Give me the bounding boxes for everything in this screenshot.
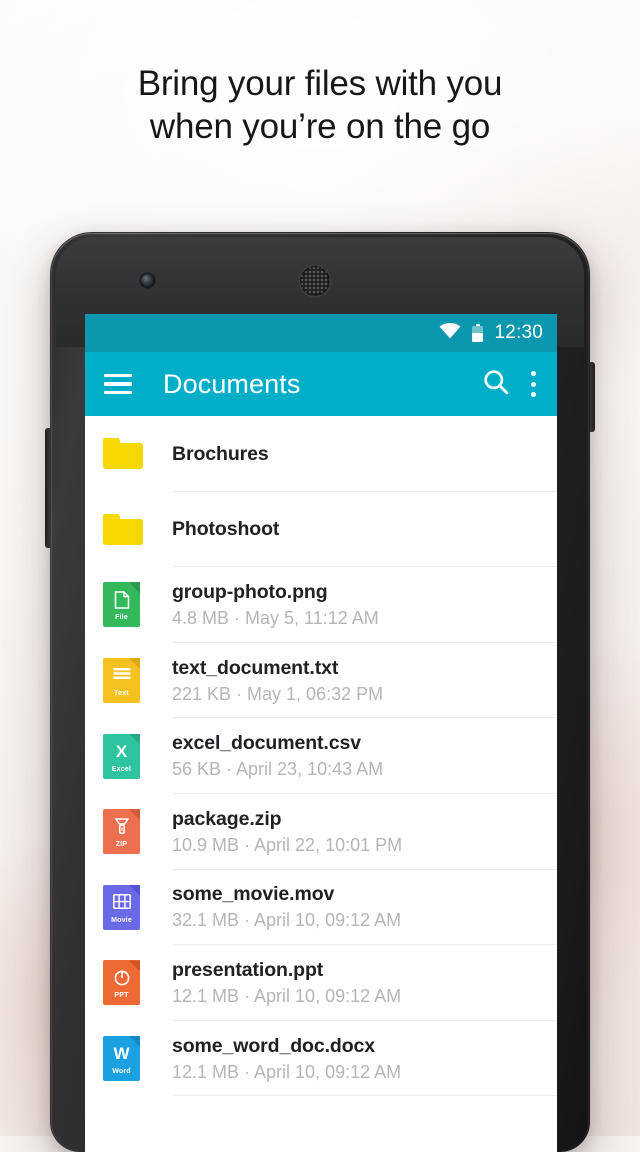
- list-item[interactable]: Movie some_movie.mov 32.1 MB · April 10,…: [85, 870, 557, 946]
- file-name: group-photo.png: [172, 580, 328, 603]
- file-icon-label: Word: [112, 1068, 131, 1076]
- file-icon-label: Text: [114, 690, 129, 698]
- list-item[interactable]: Text text_document.txt 221 KB · May 1, 0…: [85, 643, 557, 719]
- file-name: text_document.txt: [172, 656, 339, 679]
- phone-screen: 12:30 Documents Brochures Photoshoot Fil…: [85, 314, 557, 1152]
- file-meta: 12.1 MB · April 10, 09:12 AM: [172, 1061, 402, 1082]
- file-meta: 32.1 MB · April 10, 09:12 AM: [172, 910, 402, 931]
- file-icon-label: Excel: [111, 765, 132, 773]
- list-item[interactable]: X Excel excel_document.csv 56 KB · April…: [85, 718, 557, 794]
- file-icon-label: Movie: [111, 916, 132, 924]
- list-item-text: excel_document.csv 56 KB · April 23, 10:…: [157, 731, 557, 781]
- earpiece-speaker-icon: [300, 266, 330, 296]
- front-camera-icon: [141, 274, 154, 287]
- list-item[interactable]: Brochures: [85, 416, 557, 492]
- file-name: package.zip: [172, 807, 282, 830]
- list-item-text: Brochures: [157, 441, 557, 467]
- file-zip-icon: ZIP: [101, 809, 157, 855]
- file-meta: 4.8 MB · May 5, 11:12 AM: [172, 607, 379, 628]
- list-item-text: text_document.txt 221 KB · May 1, 06:32 …: [157, 656, 557, 706]
- list-item[interactable]: PPT presentation.ppt 12.1 MB · April 10,…: [85, 945, 557, 1021]
- status-icon-group: 12:30: [439, 322, 543, 344]
- file-name: excel_document.csv: [172, 732, 361, 755]
- list-item-text: presentation.ppt 12.1 MB · April 10, 09:…: [157, 958, 557, 1008]
- file-meta: 221 KB · May 1, 06:32 PM: [172, 683, 384, 704]
- file-name: presentation.ppt: [172, 958, 324, 981]
- file-name: some_movie.mov: [172, 883, 335, 906]
- wifi-icon: [439, 322, 461, 344]
- file-icon-label: File: [115, 614, 128, 622]
- list-item-text: some_movie.mov 32.1 MB · April 10, 09:12…: [157, 882, 557, 932]
- list-item-text: some_word_doc.docx 12.1 MB · April 10, 0…: [157, 1034, 557, 1084]
- file-list: Brochures Photoshoot File group-photo.pn…: [85, 416, 557, 1152]
- file-icon-glyph: W: [113, 1044, 130, 1064]
- status-time: 12:30: [494, 322, 543, 343]
- app-bar-title: Documents: [163, 368, 301, 399]
- file-name: Photoshoot: [172, 518, 280, 541]
- search-icon[interactable]: [482, 368, 510, 401]
- list-item[interactable]: File group-photo.png 4.8 MB · May 5, 11:…: [85, 567, 557, 643]
- file-meta: 10.9 MB · April 22, 10:01 PM: [172, 834, 403, 855]
- file-generic-icon: File: [101, 582, 157, 628]
- file-icon-label: PPT: [114, 992, 129, 1000]
- page-title: Bring your files with you when you’re on…: [0, 62, 640, 148]
- list-item-text: Photoshoot: [157, 516, 557, 542]
- app-bar-actions: [482, 368, 539, 401]
- file-meta: 12.1 MB · April 10, 09:12 AM: [172, 985, 402, 1006]
- file-movie-icon: Movie: [101, 884, 157, 930]
- file-excel-icon: X Excel: [101, 733, 157, 779]
- list-item[interactable]: Photoshoot: [85, 492, 557, 568]
- overflow-menu-icon[interactable]: [530, 371, 539, 397]
- file-icon-label: ZIP: [115, 841, 128, 849]
- file-text-icon: Text: [101, 658, 157, 704]
- file-word-icon: W Word: [101, 1036, 157, 1082]
- app-bar: Documents: [85, 352, 557, 416]
- hamburger-menu-icon[interactable]: [104, 373, 132, 395]
- headline-line-1: Bring your files with you: [137, 64, 503, 103]
- headline-line-2: when you’re on the go: [149, 107, 491, 146]
- file-icon-glyph: X: [115, 741, 128, 761]
- file-name: some_word_doc.docx: [172, 1034, 376, 1057]
- row-divider: [173, 1095, 557, 1097]
- list-item-text: group-photo.png 4.8 MB · May 5, 11:12 AM: [157, 580, 557, 630]
- battery-icon: [472, 324, 484, 342]
- file-ppt-icon: PPT: [101, 960, 157, 1006]
- status-bar: 12:30: [85, 314, 557, 352]
- list-item[interactable]: W Word some_word_doc.docx 12.1 MB · Apri…: [85, 1021, 557, 1097]
- list-item-text: package.zip 10.9 MB · April 22, 10:01 PM: [157, 807, 557, 857]
- list-item[interactable]: ZIP package.zip 10.9 MB · April 22, 10:0…: [85, 794, 557, 870]
- folder-icon: [101, 513, 157, 545]
- folder-icon: [101, 438, 157, 470]
- file-meta: 56 KB · April 23, 10:43 AM: [172, 759, 384, 780]
- file-name: Brochures: [172, 442, 269, 465]
